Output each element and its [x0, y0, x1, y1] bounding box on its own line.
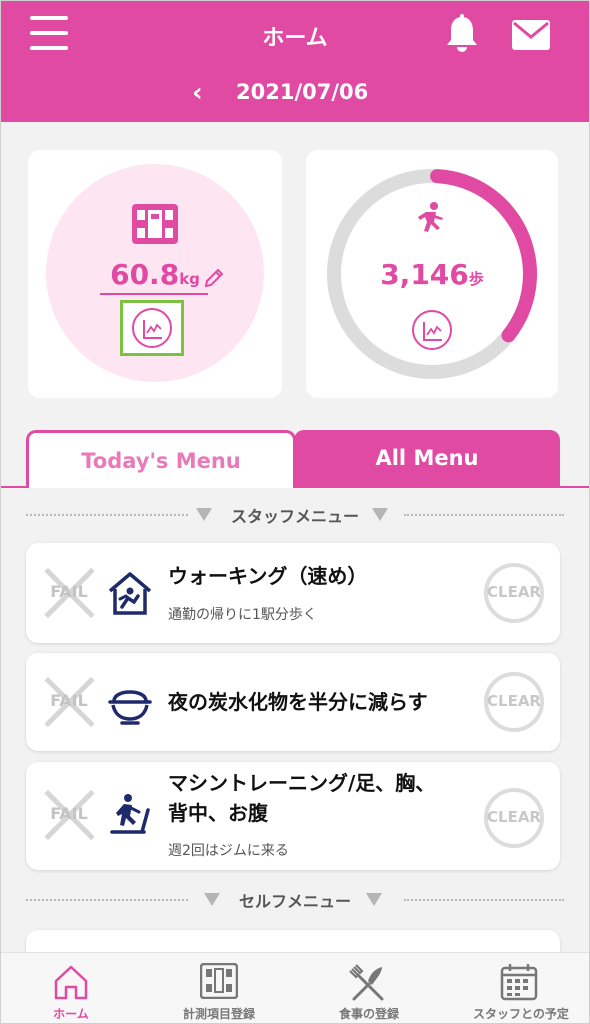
previous-date-button[interactable]: ‹: [192, 78, 214, 110]
tab-all-menu[interactable]: All Menu: [294, 430, 560, 488]
menu-item[interactable]: FAIL ウォーキング（速め） 通勤の帰りに1駅分歩く CLEAR: [26, 543, 560, 643]
calendar-icon: [500, 964, 538, 1001]
clear-label: CLEAR: [487, 808, 541, 826]
tab-todays-menu[interactable]: Today's Menu: [26, 430, 296, 488]
chart-icon: [423, 322, 442, 341]
nav-label: スタッフとの予定: [473, 1007, 569, 1021]
steps-graph-button[interactable]: [412, 310, 452, 350]
section-self-menu: セルフメニュー: [0, 888, 590, 912]
menu-item[interactable]: FAIL マシントレーニング/足、胸、 背中、お腹 週2回はジムに来る CLEA…: [26, 762, 560, 870]
menu-item-title-line2: 背中、お腹: [168, 801, 268, 825]
menu-item-title: ウォーキング（速め）: [168, 564, 368, 588]
weight-underline: [100, 293, 208, 295]
nav-measurement-register[interactable]: 計測項目登録: [160, 953, 278, 1024]
fail-button[interactable]: FAIL: [40, 786, 98, 844]
fail-button[interactable]: FAIL: [40, 673, 98, 731]
weight-value: 60.8kg: [28, 258, 282, 291]
mail-icon[interactable]: [512, 20, 550, 50]
clear-button[interactable]: CLEAR: [484, 788, 544, 848]
steps-unit: 歩: [468, 270, 484, 288]
fail-label: FAIL: [50, 804, 88, 823]
section-title: スタッフメニュー: [230, 507, 359, 526]
section-title: セルフメニュー: [238, 892, 351, 911]
bottom-navigation: ホーム 計測項目登録 食事の登録 スタッフとの予定: [0, 952, 590, 1024]
nav-staff-schedule[interactable]: スタッフとの予定: [456, 953, 586, 1024]
fail-button[interactable]: FAIL: [40, 564, 98, 622]
steps-value: 3,146歩: [306, 258, 558, 291]
nav-label: 食事の登録: [338, 1007, 399, 1021]
weight-unit: kg: [179, 270, 200, 288]
scale-icon: [132, 204, 178, 244]
menu-item-subtitle: 週2回はジムに来る: [168, 843, 289, 859]
current-date: 2021/07/06: [236, 80, 369, 104]
nav-label: ホーム: [53, 1007, 89, 1021]
nav-meal-register[interactable]: 食事の登録: [310, 953, 428, 1024]
menu-item[interactable]: FAIL 夜の炭水化物を半分に減らす CLEAR: [26, 653, 560, 751]
section-staff-menu: スタッフメニュー: [0, 503, 590, 527]
app-header: ホーム ‹ 2021/07/06: [0, 0, 590, 122]
menu-item-title: マシントレーニング/足、胸、: [168, 771, 436, 795]
pencil-icon[interactable]: [202, 266, 226, 290]
clear-label: CLEAR: [487, 583, 541, 601]
treadmill-icon: [110, 794, 150, 834]
weight-number: 60.8: [110, 258, 180, 291]
rice-bowl-icon: [108, 690, 152, 725]
clear-label: CLEAR: [487, 692, 541, 710]
house-exercise-icon: [108, 572, 152, 615]
clear-button[interactable]: CLEAR: [484, 563, 544, 623]
weight-card: 60.8kg: [28, 150, 282, 398]
runner-icon: [418, 202, 443, 232]
nav-label: 計測項目登録: [182, 1007, 255, 1021]
scale-icon: [200, 963, 238, 999]
steps-card: 3,146歩: [306, 150, 558, 398]
menu-item-subtitle: 通勤の帰りに1駅分歩く: [168, 607, 317, 623]
steps-number: 3,146: [380, 258, 469, 291]
nav-home[interactable]: ホーム: [12, 953, 130, 1024]
weight-graph-button[interactable]: [120, 300, 184, 356]
page-title: ホーム: [262, 26, 328, 51]
fail-label: FAIL: [50, 582, 88, 601]
bell-icon[interactable]: [444, 14, 480, 54]
fail-label: FAIL: [50, 691, 88, 710]
clear-button[interactable]: CLEAR: [484, 672, 544, 732]
home-icon: [54, 965, 88, 1000]
chart-icon: [132, 308, 172, 348]
date-navigator: ‹ 2021/07/06: [0, 78, 590, 110]
fork-knife-icon: [349, 964, 384, 1001]
menu-item-title: 夜の炭水化物を半分に減らす: [168, 690, 428, 714]
